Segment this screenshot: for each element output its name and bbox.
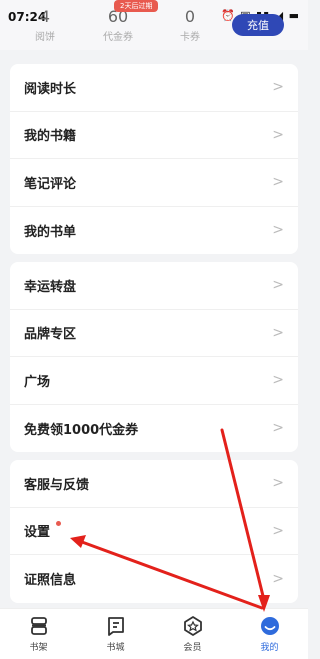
chevron-right-icon: > [272, 277, 284, 294]
menu-item-label: 笔记评论 [24, 176, 77, 192]
menu-item-my-booklists[interactable]: 我的书单 > [10, 207, 298, 255]
menu-item-label: 我的书籍 [24, 129, 77, 145]
chevron-right-icon: > [272, 324, 284, 341]
stat-value: 0 [184, 7, 196, 26]
stat-vouchers[interactable]: 60 代金券 [88, 8, 148, 44]
menu-item-licenses[interactable]: 证照信息 > [10, 555, 298, 603]
nav-tab-bookstore[interactable]: 书城 [77, 609, 154, 659]
menu-item-label: 幸运转盘 [24, 279, 77, 295]
nav-tab-mine[interactable]: 我的 [231, 609, 308, 659]
menu-item-label: 品牌专区 [24, 327, 77, 343]
stat-cards[interactable]: 0 卡券 [160, 7, 220, 44]
chevron-right-icon: > [272, 475, 284, 492]
menu-item-support-feedback[interactable]: 客服与反馈 > [10, 460, 298, 508]
nav-tab-bookshelf[interactable]: 书架 [0, 609, 77, 659]
recharge-button[interactable]: 充值 [232, 14, 284, 36]
member-badge-icon [183, 616, 202, 636]
bookshelf-icon [30, 617, 47, 635]
chevron-right-icon: > [272, 222, 284, 239]
profile-face-icon [260, 617, 279, 635]
menu-item-my-books[interactable]: 我的书籍 > [10, 112, 298, 159]
nav-label: 会员 [183, 643, 202, 653]
stat-label: 代金券 [103, 32, 133, 43]
chevron-right-icon: > [272, 570, 284, 587]
nav-label: 书城 [106, 643, 125, 653]
menu-item-label: 证照信息 [24, 573, 77, 589]
chevron-right-icon: > [272, 420, 284, 437]
chevron-right-icon: > [272, 174, 284, 191]
menu-item-label: 设置 [24, 525, 51, 541]
menu-item-lucky-wheel[interactable]: 幸运转盘 > [10, 262, 298, 310]
chevron-right-icon: > [272, 126, 284, 143]
stat-label: 阅饼 [35, 32, 55, 43]
menu-item-label: 我的书单 [24, 224, 77, 240]
stat-reading-points[interactable]: 4 阅饼 [15, 7, 75, 44]
chevron-right-icon: > [272, 79, 284, 96]
chevron-right-icon: > [272, 522, 284, 539]
menu-item-label: 广场 [24, 374, 51, 390]
book-icon [107, 617, 124, 636]
expire-badge: 2天后过期 [114, 0, 159, 12]
nav-tab-membership[interactable]: 会员 [154, 609, 231, 659]
chevron-right-icon: > [272, 372, 284, 389]
menu-item-square[interactable]: 广场 > [10, 357, 298, 405]
nav-label: 我的 [260, 643, 279, 653]
menu-item-free-vouchers[interactable]: 免费领1000代金券 > [10, 405, 298, 453]
menu-group-activities: 幸运转盘 > 品牌专区 > 广场 > 免费领1000代金券 > [10, 262, 298, 452]
menu-item-label: 阅读时长 [24, 81, 77, 97]
menu-group-reading: 阅读时长 > 我的书籍 > 笔记评论 > 我的书单 > [10, 64, 298, 254]
menu-item-settings[interactable]: 设置 > [10, 508, 298, 555]
menu-item-label: 客服与反馈 [24, 477, 90, 493]
menu-item-notes-comments[interactable]: 笔记评论 > [10, 159, 298, 207]
stat-value: 4 [39, 7, 51, 26]
stat-label: 卡券 [180, 32, 200, 43]
notification-dot [56, 520, 61, 526]
menu-item-label: 免费领1000代金券 [24, 422, 139, 438]
menu-group-support: 客服与反馈 > 设置 > 证照信息 > [10, 460, 298, 603]
account-stats-bar: 07:24 ⏰ ▣ ▮▮ ◢ ▬ 4 阅饼 60 代金券 2天后过期 0 卡券 … [0, 0, 308, 50]
menu-item-reading-time[interactable]: 阅读时长 > [10, 64, 298, 112]
nav-label: 书架 [29, 643, 48, 653]
bottom-nav: 书架 书城 会员 我的 [0, 608, 308, 659]
menu-item-brand-zone[interactable]: 品牌专区 > [10, 310, 298, 357]
